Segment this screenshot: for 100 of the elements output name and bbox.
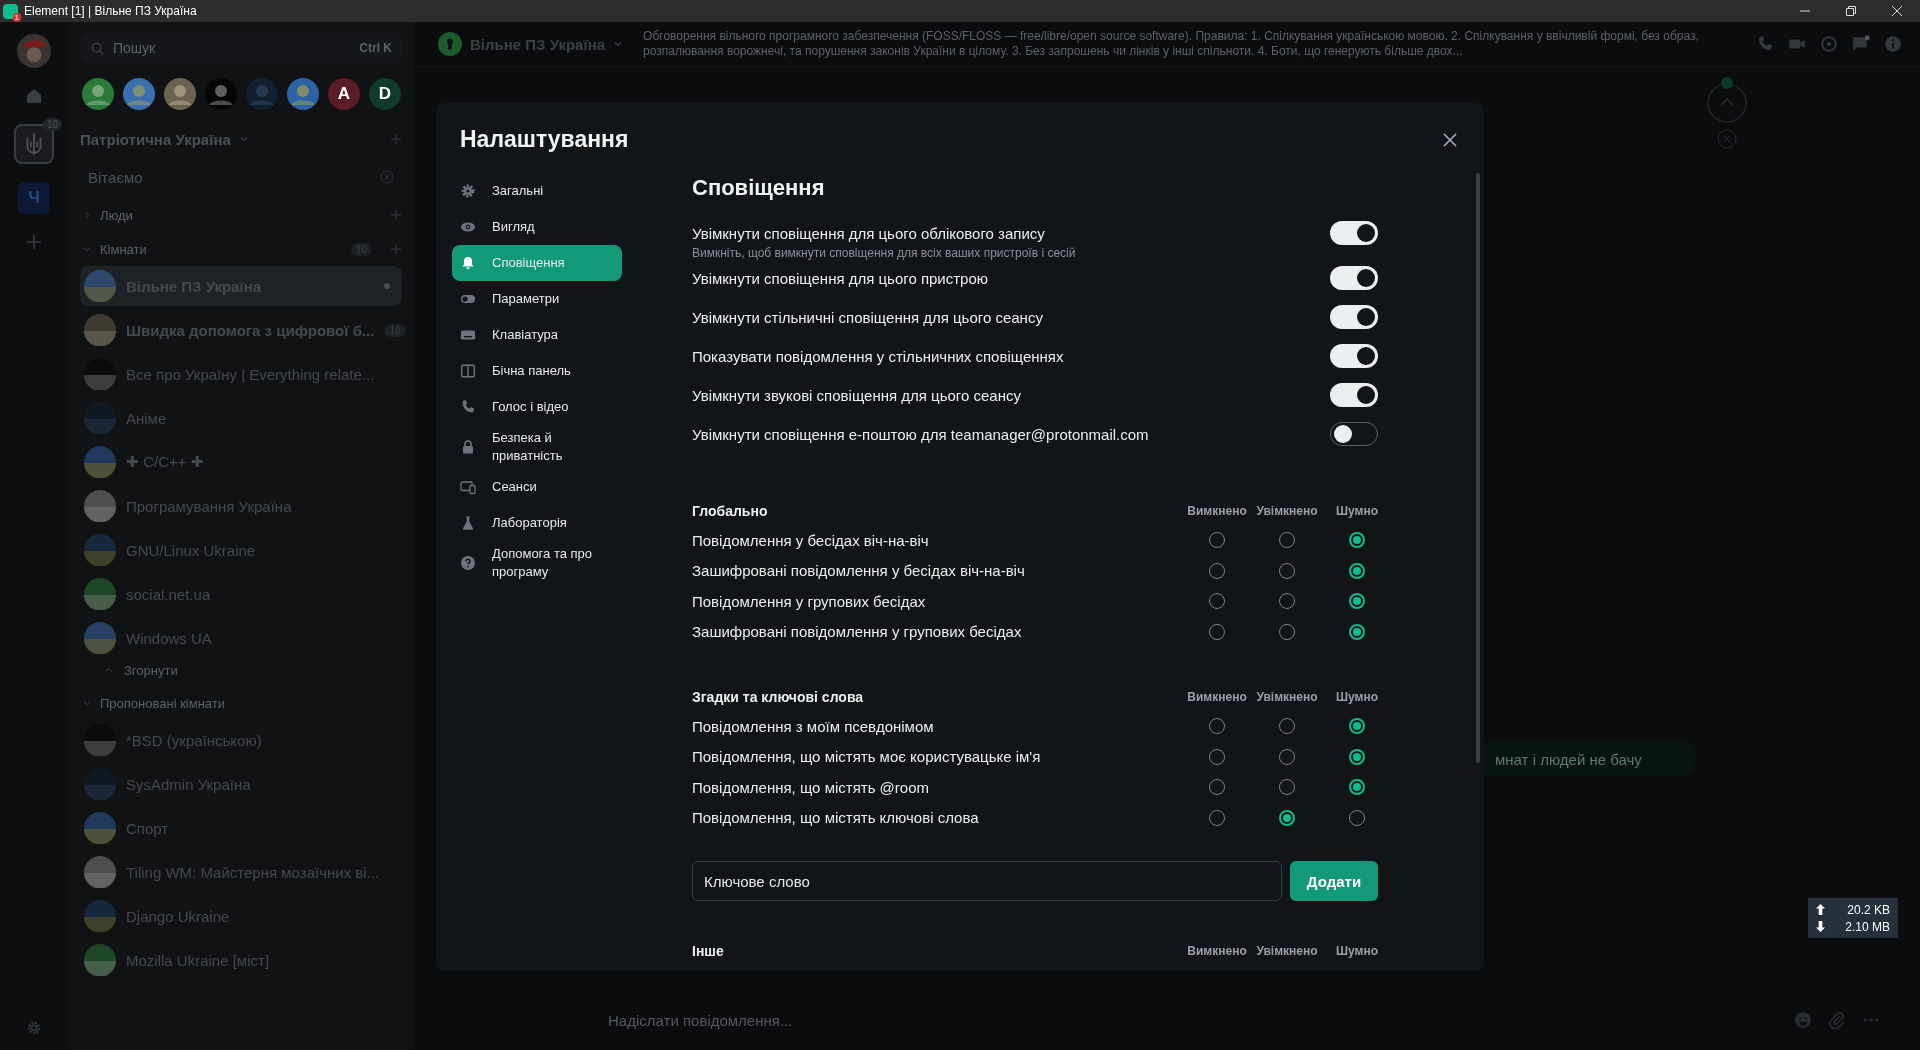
space-icon[interactable]: Ч — [18, 182, 50, 214]
avatar[interactable] — [287, 78, 319, 110]
search-field[interactable]: Пошук Ctrl K — [80, 32, 402, 64]
keyword-field[interactable]: Ключове слово — [692, 861, 1282, 901]
setting-label: Увімкнути сповіщення для цього облікового запису — [692, 225, 1046, 242]
setting-description: Вимкніть, щоб вимкнути сповіщення для всіх ваших пристроїв і сесій — [692, 246, 1076, 260]
avatar[interactable] — [205, 78, 237, 110]
toggle-switch[interactable] — [1330, 383, 1378, 407]
room-item[interactable]: Mozilla Ukraine [міст] — [80, 940, 402, 980]
settings-nav-item[interactable]: Вигляд — [452, 209, 622, 245]
room-name[interactable]: Вільне ПЗ Україна — [470, 35, 606, 53]
avatar — [84, 270, 116, 302]
room-item[interactable]: Все про Україну | Everything relate... — [80, 354, 402, 394]
settings-nav-item[interactable]: Безпека й приватність — [452, 425, 622, 469]
avatar — [84, 490, 116, 522]
close-icon[interactable] — [1442, 131, 1458, 148]
add-button[interactable]: Додати — [1290, 861, 1378, 901]
settings-nav-item[interactable]: Сеанси — [452, 469, 622, 505]
scrollbar[interactable] — [1476, 173, 1480, 763]
column-header: Шумно — [1335, 944, 1379, 958]
message-bubble: мнат і людей не бачу — [1483, 742, 1695, 776]
rule-label: Зашифровані повідомлення у бесідах віч-на-віч — [692, 562, 1026, 580]
room-item[interactable]: Django Ukraine — [80, 896, 402, 936]
rule-label: Повідомлення у бесідах віч-на-віч — [692, 531, 930, 549]
avatar[interactable] — [82, 78, 114, 110]
toggle-switch[interactable] — [1330, 305, 1378, 329]
setting-label: Увімкнути стільничні сповіщення для цього сеансу — [692, 309, 1043, 326]
toggle-switch[interactable] — [1330, 344, 1378, 368]
avatar[interactable] — [123, 78, 155, 110]
radio-button[interactable] — [1279, 809, 1295, 826]
bell-icon — [460, 255, 476, 271]
avatar[interactable]: D — [369, 78, 401, 110]
settings-nav-item[interactable]: Параметри — [452, 281, 622, 317]
settings-nav-item[interactable]: Лабораторія — [452, 505, 622, 541]
welcome-item[interactable]: Вітаємо — [88, 168, 143, 186]
settings-nav-item[interactable]: Загальні — [452, 173, 622, 209]
room-item[interactable]: Tiling WM: Майстерня мозаїчних ві... — [80, 852, 402, 892]
column-header: Вимкнено — [1186, 504, 1248, 518]
room-item[interactable]: Програмування Україна — [80, 486, 402, 526]
room-item[interactable]: ✚ C/C++ ✚ — [80, 442, 402, 482]
section-title[interactable]: Люди — [100, 207, 133, 223]
upload-arrow-icon — [1816, 904, 1825, 915]
radio-button[interactable] — [1349, 623, 1365, 640]
room-item[interactable]: Спорт — [80, 808, 402, 848]
toggle-switch[interactable] — [1330, 221, 1378, 245]
flask-icon — [460, 515, 476, 531]
radio-button[interactable] — [1349, 779, 1365, 796]
room-item[interactable]: *BSD (українською) — [80, 720, 402, 760]
avatar — [84, 724, 116, 756]
settings-nav-item[interactable]: Бічна панель — [452, 353, 622, 389]
radio-button[interactable] — [1349, 593, 1365, 610]
avatar — [84, 534, 116, 566]
avatar[interactable] — [164, 78, 196, 110]
rule-label: Зашифровані повідомлення у групових бесідах — [692, 623, 1023, 641]
avatar — [84, 944, 116, 976]
settings-nav-item[interactable]: Голос і відео — [452, 389, 622, 425]
collapse-link[interactable]: Згорнути — [124, 662, 178, 678]
room-item[interactable]: Windows UA — [80, 618, 402, 658]
dialog-title: Налаштування — [460, 126, 629, 153]
rule-label: Повідомлення, що містять ключові слова — [692, 809, 980, 827]
setting-label: Увімкнути сповіщення для цього пристрою — [692, 270, 989, 287]
search-placeholder: Пошук — [113, 40, 156, 56]
radio-button[interactable] — [1349, 718, 1365, 735]
rule-label: Повідомлення, що містять моє користувацьке ім'я — [692, 748, 1042, 766]
phone-icon — [460, 399, 476, 415]
gear-icon — [460, 183, 476, 199]
rule-label: Повідомлення з моїм псевдонімом — [692, 717, 935, 735]
setting-label: Показувати повідомлення у стільничних сповіщеннях — [692, 348, 1064, 365]
column-header: Шумно — [1335, 504, 1379, 518]
search-icon — [90, 40, 105, 56]
window-title: Element [1] | Вільне ПЗ Україна — [24, 4, 197, 18]
shortcut-hint: Ctrl K — [359, 41, 392, 55]
room-item[interactable]: social.net.ua — [80, 574, 402, 614]
download-arrow-icon — [1816, 921, 1825, 932]
room-topic[interactable]: Обговорення вільного програмного забезпечення (FOSS/FLOSS — free/libre/open source software). Правила: 1. Спілкування українською мовою. 2. Спілкування у ввічливій формі, без образ, розпалювання ворожнечі, та порушення законів України в цілому. 3. Без запрошень чи лінків у інші спільноти. 4. Боти, що генерують більше двох... — [643, 29, 1724, 59]
room-item[interactable]: Аніме — [80, 398, 402, 438]
avatar — [84, 446, 116, 478]
unread-dot — [1721, 77, 1733, 89]
section-title[interactable]: Пропоновані кімнати — [100, 695, 225, 711]
section-heading: Сповіщення — [692, 175, 826, 201]
download-speed: 2.10 MB — [1845, 919, 1890, 934]
avatar — [84, 314, 116, 346]
app-icon: 1 — [3, 3, 18, 19]
avatar — [84, 402, 116, 434]
radio-button[interactable] — [1349, 562, 1365, 579]
room-item[interactable]: SysAdmin Україна — [80, 764, 402, 804]
space-title[interactable]: Патріотична Україна — [80, 130, 231, 148]
devices-icon — [460, 479, 476, 495]
avatar[interactable]: A — [328, 78, 360, 110]
avatar[interactable] — [17, 34, 51, 68]
settings-nav-item[interactable]: Клавіатура — [452, 317, 622, 353]
toggle-switch[interactable] — [1330, 266, 1378, 290]
room-item[interactable]: GNU/Linux Ukraine — [80, 530, 402, 570]
radio-button[interactable] — [1349, 532, 1365, 549]
chat-icon[interactable] — [1852, 35, 1870, 53]
section-title[interactable]: Кімнати — [100, 241, 147, 257]
message-field[interactable]: Надіслати повідомлення... — [608, 1011, 793, 1029]
radio-button[interactable] — [1349, 748, 1365, 765]
settings-nav-item[interactable]: Допомога та про програму — [452, 541, 622, 585]
settings-nav-item[interactable]: Сповіщення — [452, 245, 622, 281]
